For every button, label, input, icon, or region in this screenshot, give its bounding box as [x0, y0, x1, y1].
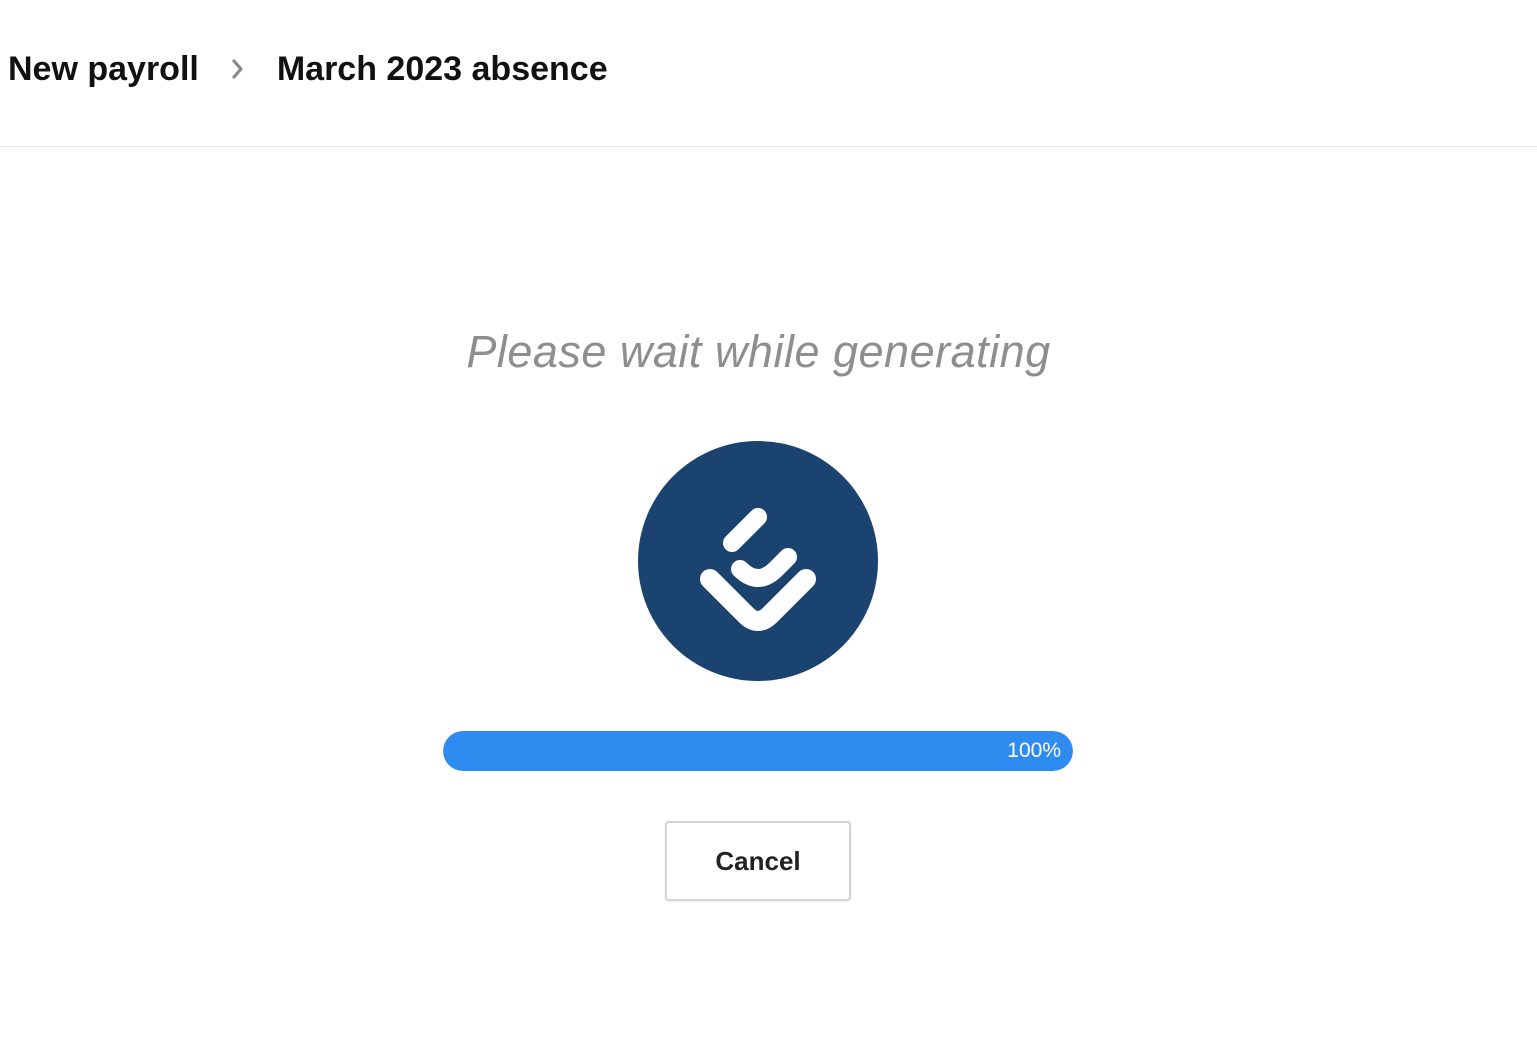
page-header: New payroll March 2023 absence — [0, 0, 1537, 147]
generating-message: Please wait while generating — [466, 326, 1051, 377]
breadcrumb-item-new-payroll[interactable]: New payroll — [8, 50, 199, 89]
chevron-right-icon — [199, 48, 277, 90]
breadcrumb-item-current: March 2023 absence — [276, 49, 608, 88]
progress-bar: 100% — [443, 731, 1073, 771]
breadcrumb: New payroll March 2023 absence — [8, 48, 608, 90]
cancel-button[interactable]: Cancel — [665, 821, 851, 901]
progress-bar-fill — [443, 731, 1073, 771]
progress-percentage: 100% — [1007, 739, 1061, 762]
brand-logo-icon — [638, 441, 878, 681]
